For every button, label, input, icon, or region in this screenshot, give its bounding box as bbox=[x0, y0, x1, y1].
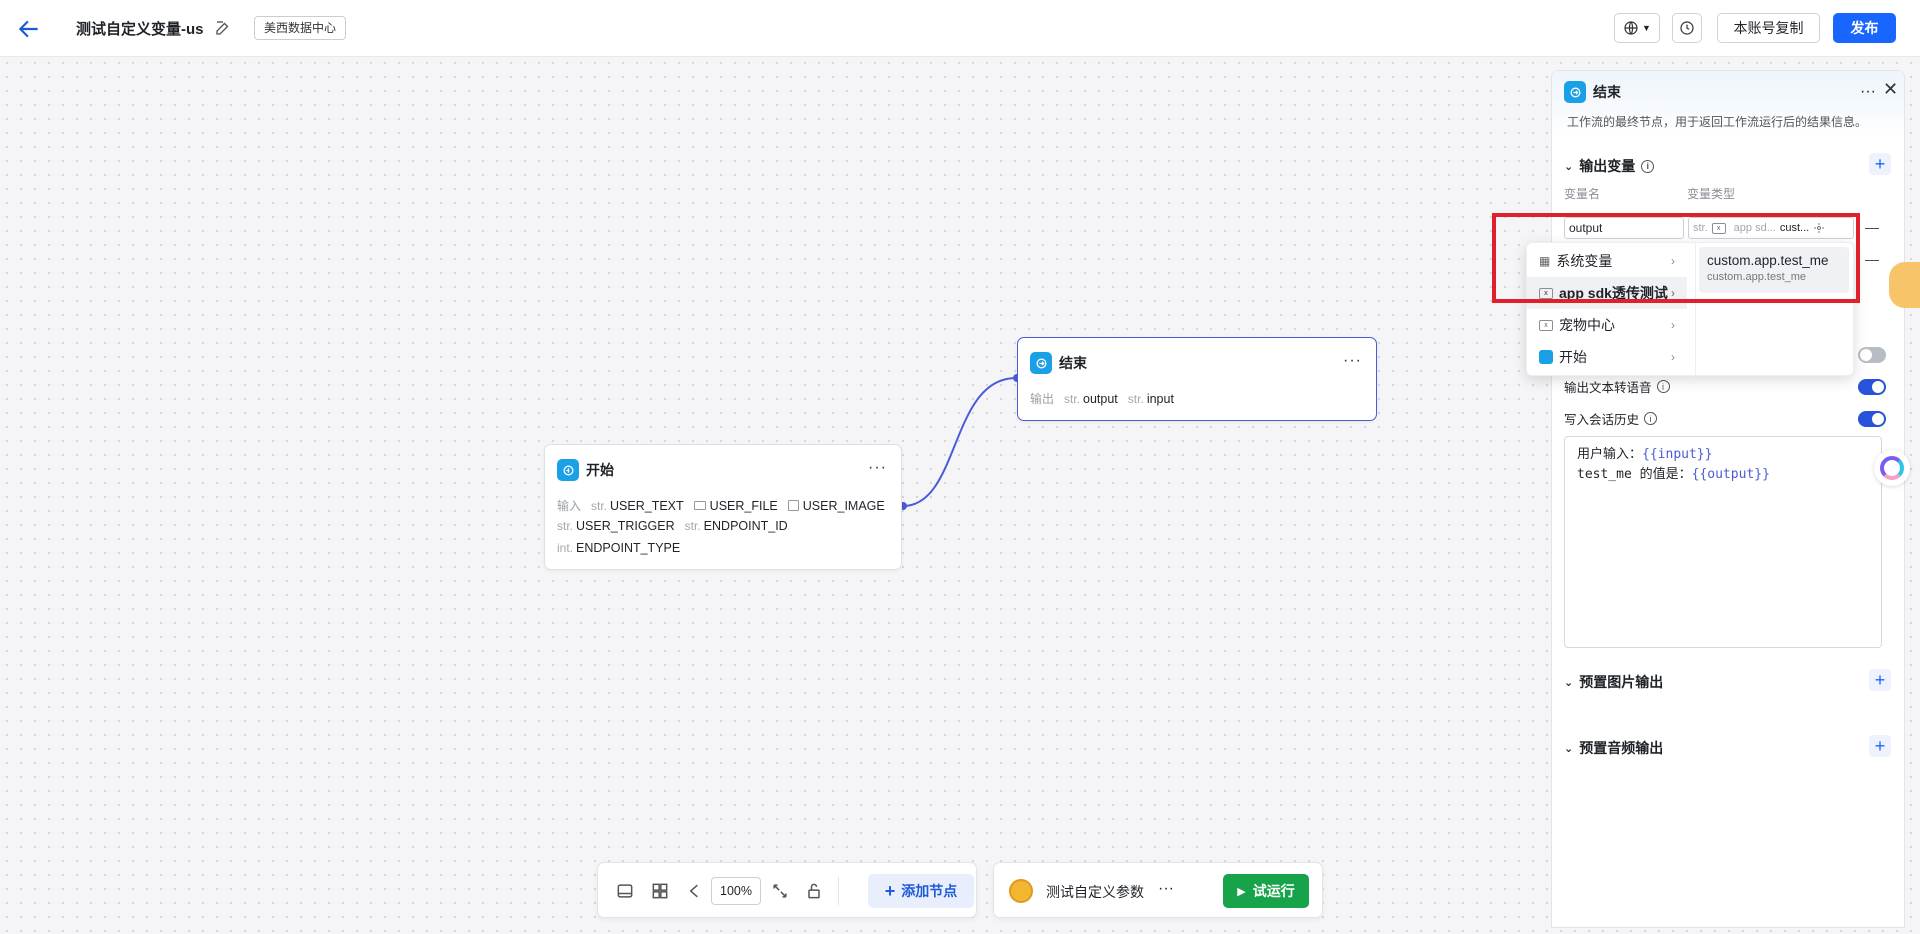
panel-more-icon[interactable]: ··· bbox=[1860, 83, 1876, 101]
menu-item-pet-center[interactable]: x 宠物中心 › bbox=[1527, 309, 1687, 341]
top-header: 测试自定义变量-us 美西数据中心 ▼ 本账号复制 发布 bbox=[0, 0, 1920, 57]
add-image-button[interactable]: + bbox=[1869, 669, 1891, 691]
remove-row-icon[interactable]: — bbox=[1865, 219, 1879, 235]
history-button[interactable] bbox=[1672, 13, 1702, 43]
test-params-label[interactable]: 测试自定义参数 bbox=[1046, 882, 1144, 902]
edit-icon[interactable] bbox=[214, 19, 232, 37]
output-section-title: 输出变量 bbox=[1579, 158, 1636, 174]
back-arrow-icon[interactable] bbox=[16, 16, 42, 42]
zoom-level[interactable]: 100% bbox=[711, 877, 761, 905]
var-output: output bbox=[1083, 391, 1118, 406]
var-type: str. bbox=[591, 498, 608, 513]
start-node-icon bbox=[557, 459, 579, 481]
plus-icon: + bbox=[884, 880, 896, 901]
hidden-row-toggle[interactable] bbox=[1858, 347, 1886, 363]
chevron-right-icon: › bbox=[1671, 350, 1675, 364]
chevron-down-icon[interactable]: ⌄ bbox=[1564, 676, 1573, 689]
start-icon bbox=[1539, 350, 1553, 364]
input-label: 输入 bbox=[557, 499, 582, 513]
ai-assistant-icon[interactable] bbox=[1874, 450, 1910, 486]
lock-icon[interactable] bbox=[804, 881, 824, 901]
pointer-icon[interactable] bbox=[684, 881, 704, 901]
toolbar-divider bbox=[838, 877, 839, 905]
info-icon: i bbox=[1656, 380, 1670, 393]
end-node-title: 结束 bbox=[1059, 355, 1087, 371]
clock-icon bbox=[1680, 21, 1694, 35]
publish-button[interactable]: 发布 bbox=[1833, 13, 1896, 43]
panel-title: 结束 bbox=[1593, 84, 1621, 100]
template-var: {{input}} bbox=[1642, 447, 1713, 462]
end-node-icon bbox=[1030, 352, 1052, 374]
minimap-icon[interactable] bbox=[615, 881, 635, 901]
run-more-icon[interactable]: ··· bbox=[1158, 880, 1174, 898]
coins-icon bbox=[1009, 879, 1033, 903]
audio-section-title: 预置音频输出 bbox=[1579, 740, 1664, 756]
close-icon[interactable]: ✕ bbox=[1883, 79, 1898, 100]
end-node[interactable]: 结束 ··· 输出 str. output str. input bbox=[1017, 337, 1377, 421]
col-name-header: 变量名 bbox=[1564, 187, 1601, 201]
var-user-file: USER_FILE bbox=[709, 498, 778, 513]
var-endpoint-id: ENDPOINT_ID bbox=[703, 519, 788, 533]
add-node-button[interactable]: + 添加节点 bbox=[868, 874, 974, 908]
test-run-label: 试运行 bbox=[1252, 883, 1295, 899]
play-icon: ▶ bbox=[1237, 885, 1246, 898]
panel-description: 工作流的最终节点，用于返回工作流运行后的结果信息。 bbox=[1567, 115, 1868, 129]
folder-icon bbox=[693, 501, 706, 510]
highlight-box bbox=[1492, 213, 1860, 303]
chevron-right-icon: › bbox=[1671, 318, 1675, 332]
var-type: int. bbox=[557, 541, 574, 555]
menu-item-start[interactable]: 开始 › bbox=[1527, 341, 1687, 373]
image-section-title: 预置图片输出 bbox=[1579, 674, 1664, 690]
var-type: str. bbox=[684, 519, 701, 533]
info-icon: i bbox=[1641, 159, 1655, 173]
layout-icon[interactable] bbox=[650, 881, 670, 901]
tts-toggle[interactable] bbox=[1858, 379, 1886, 395]
template-var: {{output}} bbox=[1691, 467, 1770, 482]
template-editor[interactable]: 用户输入：{{input}} test_me 的值是：{{output}} bbox=[1564, 436, 1882, 648]
var-endpoint-type: ENDPOINT_TYPE bbox=[576, 541, 681, 555]
end-node-more-icon[interactable]: ··· bbox=[1343, 352, 1362, 370]
var-type: str. bbox=[557, 519, 574, 533]
assistant-avatar[interactable] bbox=[1889, 262, 1920, 308]
start-node-title: 开始 bbox=[586, 462, 614, 478]
remove-row-icon[interactable]: — bbox=[1865, 251, 1879, 267]
var-user-trigger: USER_TRIGGER bbox=[576, 519, 675, 533]
col-type-header: 变量类型 bbox=[1687, 187, 1736, 201]
add-node-label: 添加节点 bbox=[901, 883, 958, 899]
template-text: test_me 的值是： bbox=[1577, 467, 1692, 482]
add-audio-button[interactable]: + bbox=[1869, 735, 1891, 757]
chevron-down-icon[interactable]: ⌄ bbox=[1564, 742, 1573, 755]
tts-label: 输出文本转语音 bbox=[1564, 381, 1652, 395]
workflow-title: 测试自定义变量-us bbox=[76, 21, 204, 38]
var-input: input bbox=[1146, 391, 1174, 406]
history-label: 写入会话历史 bbox=[1564, 413, 1640, 427]
start-node-more-icon[interactable]: ··· bbox=[868, 459, 887, 477]
template-text: 用户输入： bbox=[1577, 447, 1643, 462]
image-icon bbox=[787, 500, 799, 511]
var-user-image: USER_IMAGE bbox=[802, 498, 885, 513]
fit-view-icon[interactable] bbox=[770, 881, 790, 901]
language-select[interactable]: ▼ bbox=[1614, 13, 1660, 43]
canvas-toolbar: 100% + 添加节点 bbox=[597, 862, 977, 918]
var-type: str. bbox=[1064, 391, 1081, 406]
chevron-down-icon: ▼ bbox=[1642, 23, 1651, 33]
var-user-text: USER_TEXT bbox=[610, 498, 684, 513]
info-icon: i bbox=[1644, 412, 1658, 425]
region-badge: 美西数据中心 bbox=[254, 16, 347, 40]
chevron-down-icon[interactable]: ⌄ bbox=[1564, 160, 1573, 173]
run-toolbar: 测试自定义参数 ··· ▶ 试运行 bbox=[993, 862, 1323, 918]
start-node[interactable]: 开始 ··· 输入 str. USER_TEXT USER_FILE USER_… bbox=[544, 444, 902, 570]
globe-icon bbox=[1624, 21, 1638, 35]
menu-item-label: 宠物中心 bbox=[1559, 317, 1615, 333]
sdk-icon: x bbox=[1539, 319, 1553, 331]
menu-item-label: 开始 bbox=[1559, 349, 1587, 365]
test-run-button[interactable]: ▶ 试运行 bbox=[1223, 874, 1309, 908]
history-toggle[interactable] bbox=[1858, 411, 1886, 427]
var-type: str. bbox=[1127, 391, 1144, 406]
copy-button[interactable]: 本账号复制 bbox=[1717, 13, 1820, 43]
add-output-button[interactable]: + bbox=[1869, 153, 1891, 175]
panel-end-icon bbox=[1564, 81, 1586, 103]
output-label: 输出 bbox=[1030, 392, 1055, 406]
node-config-panel: 结束 ··· ✕ 工作流的最终节点，用于返回工作流运行后的结果信息。 ⌄ 输出变… bbox=[1551, 70, 1905, 928]
